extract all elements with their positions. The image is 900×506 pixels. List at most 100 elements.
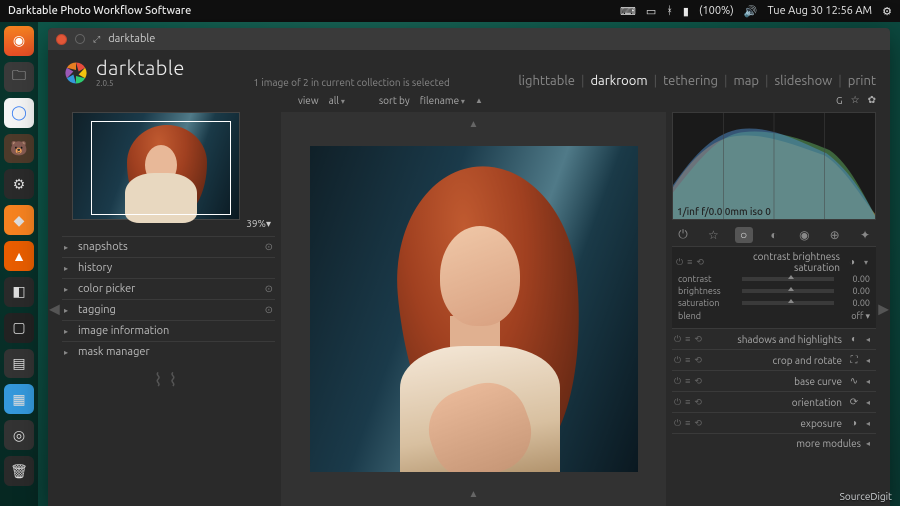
module-base-curve[interactable]: ⏻≡⟲ base curve ∿ ◂ (672, 370, 876, 391)
reset-icon[interactable]: ⟲ (694, 397, 702, 408)
module-title: crop and rotate (707, 355, 842, 366)
power-icon[interactable]: ⏻ (674, 376, 681, 387)
clock[interactable]: Tue Aug 30 12:56 AM (767, 5, 872, 17)
minimize-icon[interactable] (75, 34, 85, 44)
slider-brightness[interactable]: brightness 0.00 (676, 285, 872, 297)
module-title: contrast brightness saturation (709, 251, 840, 273)
power-icon[interactable]: ⏻ (674, 355, 681, 366)
tab-slideshow[interactable]: slideshow (775, 74, 833, 88)
reset-icon[interactable]: ⊙ (265, 283, 273, 295)
tab-tethering[interactable]: tethering (663, 74, 718, 88)
launcher-app5[interactable]: ▦ (4, 384, 34, 414)
tab-print[interactable]: print (848, 74, 876, 88)
slider-saturation[interactable]: saturation 0.00 (676, 297, 872, 309)
group-star-icon[interactable]: ☆ (704, 227, 722, 243)
darktable-window: ⤢ darktable darktable 2.0.5 1 image of 2… (48, 28, 890, 506)
collapse-top-icon[interactable]: ▲ (467, 116, 481, 132)
bluetooth-icon[interactable]: ᚼ (666, 5, 673, 17)
tab-lighttable[interactable]: lighttable (518, 74, 575, 88)
star-icon[interactable]: ☆ (851, 94, 860, 106)
module-title: orientation (707, 397, 842, 408)
tab-map[interactable]: map (734, 74, 760, 88)
collapse-left-icon[interactable]: ◀ (48, 301, 61, 318)
module-label: snapshots (78, 241, 128, 253)
gear-icon[interactable]: ✿ (868, 94, 876, 106)
launcher-files[interactable]: 🗀 (4, 62, 34, 92)
filter-sort-select[interactable]: filename (420, 95, 465, 106)
module-exposure[interactable]: ⏻≡⟲ exposure ◑ ◂ (672, 412, 876, 433)
more-modules-button[interactable]: more modules ◂ (672, 433, 876, 453)
navigation-thumbnail[interactable]: 39%▾ (62, 112, 275, 232)
group-power-icon[interactable]: ⏻ (674, 227, 692, 243)
module-color-picker[interactable]: ▸ color picker ⊙ (62, 278, 275, 299)
launcher-chrome[interactable]: ◯ (4, 98, 34, 128)
group-effect-icon[interactable]: ✦ (856, 227, 874, 243)
tab-darkroom[interactable]: darkroom (590, 74, 647, 88)
power-icon[interactable]: ⏻ (676, 257, 683, 268)
module-label: color picker (78, 283, 135, 295)
multi-instance-icon[interactable]: ≡ (687, 257, 692, 268)
histogram[interactable]: 1/inf f/0.0 0mm iso 0 (672, 112, 876, 220)
filter-view-select[interactable]: all (329, 95, 345, 106)
power-icon[interactable]: ⏻ (674, 418, 681, 429)
module-contrast-brightness-saturation[interactable]: ⏻≡⟲ contrast brightness saturation ◑ ▾ c… (672, 246, 876, 328)
module-orientation[interactable]: ⏻≡⟲ orientation ⟳ ◂ (672, 391, 876, 412)
module-history[interactable]: ▸ history (62, 257, 275, 278)
multi-instance-icon[interactable]: ≡ (685, 334, 690, 345)
reset-icon[interactable]: ⊙ (265, 241, 273, 253)
group-color-icon[interactable]: ◉ (795, 227, 813, 243)
preset-icon[interactable]: ◑ (845, 256, 859, 268)
module-tagging[interactable]: ▸ tagging ⊙ (62, 299, 275, 320)
reset-icon[interactable]: ⟲ (696, 257, 704, 268)
keyboard-icon[interactable]: ⌨ (620, 5, 636, 18)
collapse-bottom-icon[interactable]: ▲ (467, 486, 481, 502)
module-icon: ◑ (847, 417, 861, 429)
module-crop-rotate[interactable]: ⏻≡⟲ crop and rotate ⛶ ◂ (672, 349, 876, 370)
unity-launcher: ◉ 🗀 ◯ 🐻 ⚙ ◆ ▲ ◧ ▢ ▤ ▦ ◎ 🗑 (0, 22, 38, 506)
battery-icon[interactable]: ▮ (683, 5, 689, 18)
power-icon[interactable]: ⏻ (674, 397, 681, 408)
launcher-settings[interactable]: ⚙ (4, 169, 34, 199)
volume-icon[interactable]: 🔊 (744, 5, 758, 18)
module-image-info[interactable]: ▸ image information (62, 320, 275, 341)
launcher-app1[interactable]: 🐻 (4, 134, 34, 164)
module-label: image information (78, 325, 169, 337)
module-title: shadows and highlights (707, 334, 842, 345)
multi-instance-icon[interactable]: ≡ (685, 418, 690, 429)
launcher-app4[interactable]: ▤ (4, 349, 34, 379)
module-snapshots[interactable]: ▸ snapshots ⊙ (62, 236, 275, 257)
launcher-trash[interactable]: 🗑 (4, 456, 34, 486)
launcher-terminal[interactable]: ▢ (4, 313, 34, 343)
reset-icon[interactable]: ⟲ (694, 334, 702, 345)
module-label: tagging (78, 304, 116, 316)
module-shadows-highlights[interactable]: ⏻≡⟲ shadows and highlights ◐ ◂ (672, 328, 876, 349)
launcher-app3[interactable]: ◧ (4, 277, 34, 307)
close-icon[interactable] (56, 34, 67, 45)
sort-direction-icon[interactable]: ▲ (475, 96, 483, 105)
reset-icon[interactable]: ⊙ (265, 304, 273, 316)
slider-contrast[interactable]: contrast 0.00 (676, 273, 872, 285)
launcher-app6[interactable]: ◎ (4, 420, 34, 450)
reset-icon[interactable]: ⟲ (694, 355, 702, 366)
edited-photo[interactable] (310, 146, 638, 472)
collapse-right-icon[interactable]: ▶ (877, 301, 890, 318)
launcher-dash[interactable]: ◉ (4, 26, 34, 56)
power-icon[interactable]: ⏻ (674, 334, 681, 345)
launcher-vlc[interactable]: ▲ (4, 241, 34, 271)
session-icon[interactable]: ⚙ (882, 5, 892, 18)
module-mask-manager[interactable]: ▸ mask manager (62, 341, 275, 362)
blend-mode-select[interactable]: blend off ▾ (676, 309, 872, 322)
launcher-app2[interactable]: ◆ (4, 205, 34, 235)
group-toggle[interactable]: G (836, 95, 843, 106)
multi-instance-icon[interactable]: ≡ (685, 355, 690, 366)
zoom-percent[interactable]: 39%▾ (246, 218, 271, 230)
screen-icon[interactable]: ▭ (646, 5, 656, 18)
multi-instance-icon[interactable]: ≡ (685, 376, 690, 387)
reset-icon[interactable]: ⟲ (694, 418, 702, 429)
group-tone-icon[interactable]: ◐ (765, 227, 783, 243)
reset-icon[interactable]: ⟲ (694, 376, 702, 387)
multi-instance-icon[interactable]: ≡ (685, 397, 690, 408)
group-correct-icon[interactable]: ⊕ (826, 227, 844, 243)
group-basic-icon[interactable]: ○ (735, 227, 753, 243)
maximize-icon[interactable]: ⤢ (93, 34, 100, 45)
